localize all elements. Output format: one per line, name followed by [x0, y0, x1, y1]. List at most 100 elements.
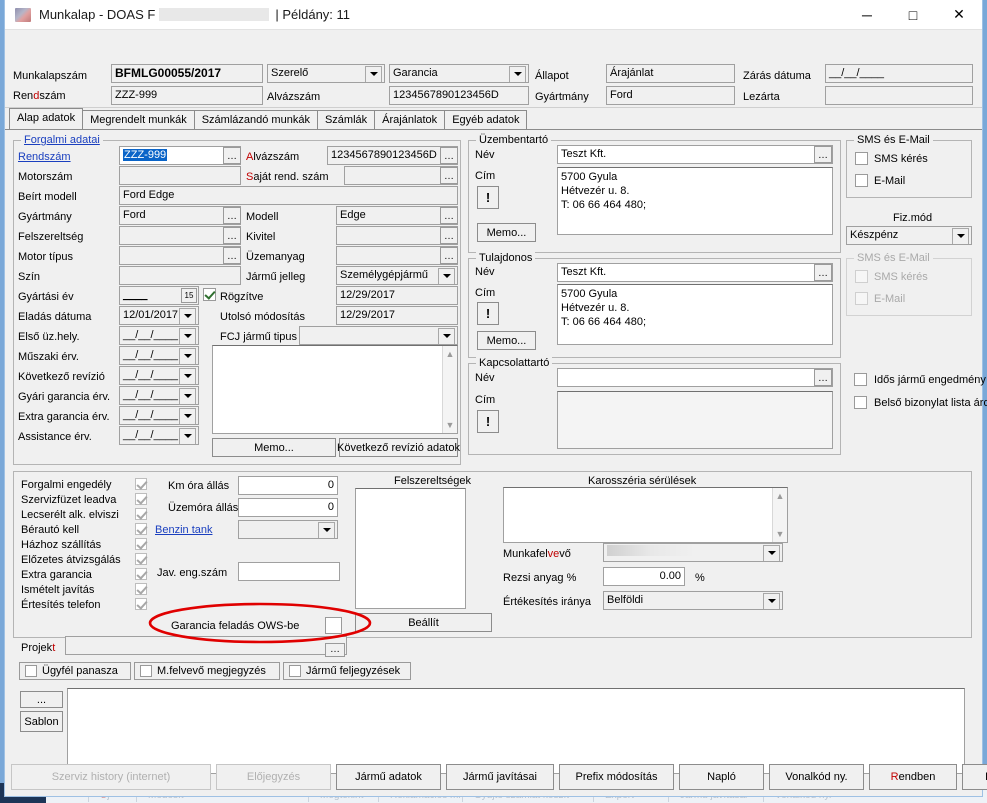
option-checkbox[interactable]: [135, 478, 147, 490]
alvazszam-input[interactable]: 1234567890123456D: [327, 146, 458, 165]
zaras-datuma-field[interactable]: __/__/____: [825, 64, 973, 83]
forgalmi-memo-button[interactable]: Memo...: [212, 438, 336, 457]
forgalmi-adatai-title[interactable]: Forgalmi adatai: [21, 134, 103, 146]
jav-eng-szam-input[interactable]: [238, 562, 340, 581]
forgalmi-notes-area[interactable]: ▲ ▼: [212, 345, 458, 434]
scroll-up-icon[interactable]: ▲: [443, 347, 457, 361]
benzin-tank-label[interactable]: Benzin tank: [155, 524, 212, 536]
email-checkbox[interactable]: [855, 174, 868, 187]
option-checkbox[interactable]: [135, 493, 147, 505]
scroll-up-icon-2[interactable]: ▲: [773, 489, 787, 503]
forgalmi-notes-scrollbar[interactable]: ▲ ▼: [442, 346, 457, 433]
belso-bizonylat-checkbox[interactable]: [854, 396, 867, 409]
muszaki-erv-combo[interactable]: __/__/____: [119, 346, 199, 365]
alvazszam-browse-button[interactable]: …: [440, 147, 458, 164]
scroll-down-icon-2[interactable]: ▼: [773, 527, 787, 541]
uzembentarto-cim-text[interactable]: 5700 Gyula Hétvezér u. 8. T: 06 66 464 4…: [557, 167, 833, 235]
felszereltsegek-listbox[interactable]: [355, 488, 466, 609]
close-button[interactable]: ✕: [936, 0, 982, 30]
bottom-button-j-rm-jav-t-sai[interactable]: Jármű javításai: [446, 764, 554, 790]
szin-input[interactable]: [119, 266, 241, 285]
bottom-button-j-rm-adatok[interactable]: Jármű adatok: [336, 764, 441, 790]
memo-tab[interactable]: Ügyfél panasza: [19, 662, 131, 680]
sms-keres-checkbox[interactable]: [855, 152, 868, 165]
kapcsolattarto-nev-input[interactable]: [557, 368, 833, 387]
bottom-button-napl[interactable]: Napló: [679, 764, 764, 790]
elso-uzhely-combo[interactable]: __/__/____: [119, 326, 199, 345]
karosszeria-scrollbar[interactable]: ▲ ▼: [772, 488, 787, 542]
tulajdonos-alert-icon[interactable]: !: [477, 302, 499, 325]
gyartasi-ev-checkbox[interactable]: [203, 288, 216, 301]
garancia-ows-checkbox[interactable]: [325, 617, 342, 634]
gyartmany-browse-button[interactable]: …: [223, 207, 241, 224]
memo-sablon-button[interactable]: Sablon: [20, 711, 63, 732]
bottom-button-bez-r[interactable]: Bezár: [962, 764, 987, 790]
tulajdonos-cim-text[interactable]: 5700 Gyula Hétvezér u. 8. T: 06 66 464 4…: [557, 284, 833, 345]
kapcsolattarto-cim-text[interactable]: [557, 391, 833, 449]
option-checkbox[interactable]: [135, 508, 147, 520]
memo-tab-checkbox[interactable]: [289, 665, 301, 677]
kapcsolattarto-nev-browse[interactable]: …: [814, 369, 832, 386]
projekt-input[interactable]: [65, 636, 347, 655]
kivitel-browse-button[interactable]: …: [440, 227, 458, 244]
memo-tab[interactable]: M.felvevő megjegyzés: [134, 662, 280, 680]
tab-sz-ml-k[interactable]: Számlák: [316, 110, 376, 129]
ertekesites-iranya-combo[interactable]: Belföldi: [603, 591, 783, 610]
minimize-button[interactable]: ─: [844, 0, 890, 30]
rendszam-label[interactable]: Rendszám: [18, 151, 71, 163]
kapcsolattarto-alert-icon[interactable]: !: [477, 410, 499, 433]
benzin-tank-combo[interactable]: [238, 520, 338, 539]
uzemanyag-browse-button[interactable]: …: [440, 247, 458, 264]
maximize-button[interactable]: □: [890, 0, 936, 30]
fcj-combo[interactable]: [299, 326, 458, 345]
munkafelvevo-combo[interactable]: [603, 543, 783, 562]
gyari-garancia-combo[interactable]: __/__/____: [119, 386, 199, 405]
motorszam-input[interactable]: [119, 166, 241, 185]
jarmu-jelleg-combo[interactable]: Személygépjármű: [336, 266, 458, 285]
fizmod-combo[interactable]: Készpénz: [846, 226, 972, 245]
tulajdonos-memo-button[interactable]: Memo...: [477, 331, 536, 350]
uzembentarto-nev-input[interactable]: Teszt Kft.: [557, 145, 833, 164]
rendszam-browse-button[interactable]: …: [223, 147, 241, 164]
bottom-button-prefix-m-dos-t-s[interactable]: Prefix módosítás: [559, 764, 674, 790]
km-ora-allas-input[interactable]: 0: [238, 476, 338, 495]
felszereltseg-browse-button[interactable]: …: [223, 227, 241, 244]
bottom-button-vonalk-d-ny[interactable]: Vonalkód ny.: [769, 764, 864, 790]
uzembentarto-alert-icon[interactable]: !: [477, 186, 499, 209]
garancia-combo[interactable]: Garancia: [389, 64, 529, 83]
tab-alap-adatok[interactable]: Alap adatok: [9, 108, 84, 129]
memo-tab-checkbox[interactable]: [140, 665, 152, 677]
rendszam-header-field[interactable]: ZZZ-999: [111, 86, 263, 105]
sajat-rend-browse-button[interactable]: …: [440, 167, 458, 184]
calendar-icon[interactable]: 15: [181, 288, 197, 303]
tab-raj-nlatok[interactable]: Árajánlatok: [374, 110, 446, 129]
beirt-modell-input[interactable]: Ford Edge: [119, 186, 458, 205]
bottom-button-rendben[interactable]: Rendben: [869, 764, 957, 790]
tab-sz-ml-zand-munk-k[interactable]: Számlázandó munkák: [193, 110, 318, 129]
kovetkezo-revizio-adatok-button[interactable]: Következő revízió adatok: [337, 438, 460, 457]
tulajdonos-nev-input[interactable]: Teszt Kft.: [557, 263, 833, 282]
uzemora-allasa-input[interactable]: 0: [238, 498, 338, 517]
option-checkbox[interactable]: [135, 538, 147, 550]
tab-megrendelt-munk-k[interactable]: Megrendelt munkák: [82, 110, 195, 129]
karosszeria-textarea[interactable]: ▲ ▼: [503, 487, 788, 543]
eladas-datuma-combo[interactable]: 12/01/2017: [119, 306, 199, 325]
rezsi-anyag-input[interactable]: 0.00: [603, 567, 685, 586]
beallit-button[interactable]: Beállít: [355, 613, 492, 632]
tab-egy-b-adatok[interactable]: Egyéb adatok: [444, 110, 528, 129]
memo-dots-button[interactable]: ...: [20, 691, 63, 708]
uzembentarto-memo-button[interactable]: Memo...: [477, 223, 536, 242]
memo-textarea[interactable]: [67, 688, 965, 774]
option-checkbox[interactable]: [135, 568, 147, 580]
option-checkbox[interactable]: [135, 598, 147, 610]
modell-browse-button[interactable]: …: [440, 207, 458, 224]
motor-tipus-browse-button[interactable]: …: [223, 247, 241, 264]
extra-garancia-combo[interactable]: __/__/____: [119, 406, 199, 425]
option-checkbox[interactable]: [135, 553, 147, 565]
kovetkezo-revizio-combo[interactable]: __/__/____: [119, 366, 199, 385]
memo-tab[interactable]: Jármű feljegyzések: [283, 662, 411, 680]
szerelo-combo[interactable]: Szerelő: [267, 64, 385, 83]
gyartasi-ev-input[interactable]: ____ 15: [119, 286, 199, 305]
tulajdonos-nev-browse[interactable]: …: [814, 264, 832, 281]
assistance-combo[interactable]: __/__/____: [119, 426, 199, 445]
